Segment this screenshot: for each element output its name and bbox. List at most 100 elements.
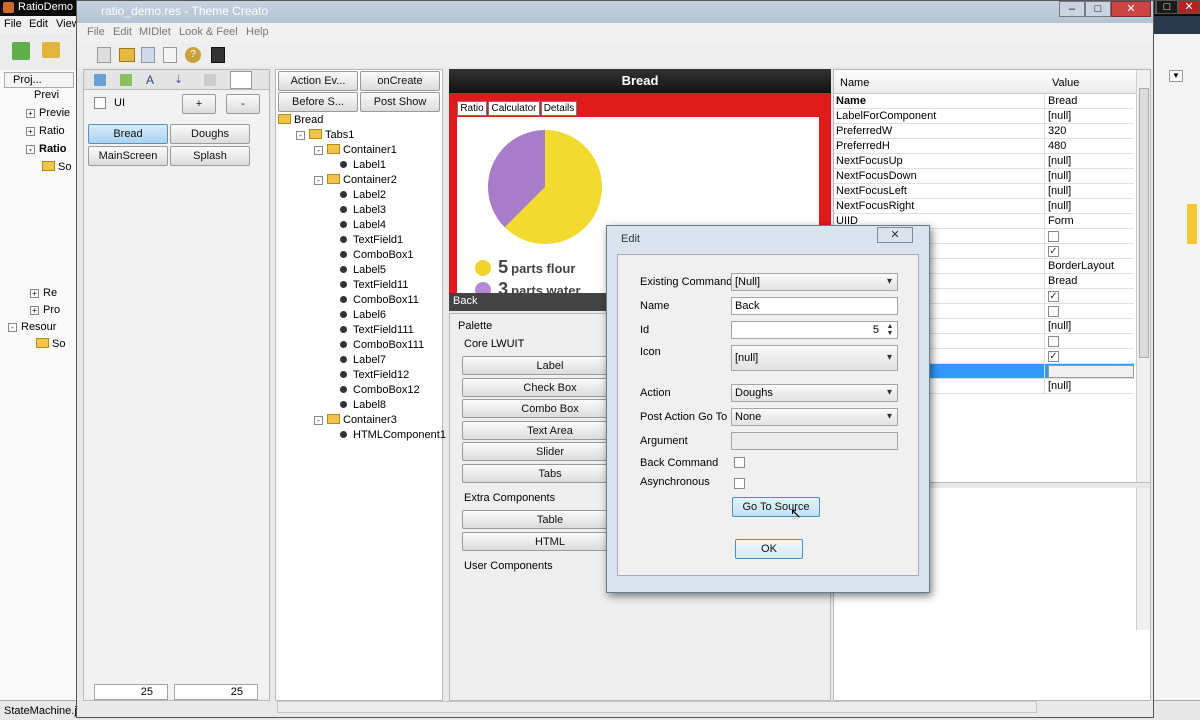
collapse-icon[interactable]: -	[314, 146, 323, 155]
outer-menu-edit[interactable]: Edit	[29, 18, 48, 30]
post-show-button[interactable]: Post Show	[360, 92, 440, 112]
tree-node-leaf[interactable]: Label2	[278, 188, 446, 203]
property-checkbox[interactable]	[1048, 231, 1059, 242]
tree-node-leaf[interactable]: TextField11	[278, 278, 446, 293]
menu-file[interactable]: File	[87, 26, 105, 38]
open-project-icon[interactable]	[42, 42, 60, 58]
outer-menu-file[interactable]: File	[4, 18, 22, 30]
scrollbar-thumb[interactable]	[1139, 88, 1149, 358]
property-checkbox[interactable]: ✓	[1048, 351, 1059, 362]
action-event-button[interactable]: Action Ev...	[278, 71, 358, 91]
properties-col-value[interactable]: Value	[1052, 77, 1079, 89]
tree-node-folder[interactable]: - Tabs1	[278, 128, 446, 143]
tree-node-leaf[interactable]: Label7	[278, 353, 446, 368]
collapse-icon[interactable]: -	[8, 323, 17, 332]
outer-tree-item[interactable]: + Pro	[30, 303, 78, 318]
property-row[interactable]: PreferredH 480	[834, 139, 1134, 154]
property-row[interactable]: PreferredW 320	[834, 124, 1134, 139]
add-form-button[interactable]: +	[182, 94, 216, 114]
menu-edit[interactable]: Edit	[113, 26, 132, 38]
height-spinner[interactable]: 25	[174, 684, 258, 700]
save-icon[interactable]	[141, 47, 155, 63]
back-softkey[interactable]: Back	[453, 295, 477, 307]
tree-node-leaf[interactable]: ComboBox1	[278, 248, 446, 263]
go-to-source-button[interactable]: Go To Source	[732, 497, 820, 517]
property-checkbox[interactable]: ✓	[1048, 246, 1059, 257]
themes-tab-icon[interactable]	[120, 74, 132, 86]
outer-tree-item[interactable]: + Previe	[26, 106, 70, 121]
existing-commands-combo[interactable]: [Null]	[731, 273, 898, 291]
tree-node-leaf[interactable]: Label5	[278, 263, 446, 278]
tree-node-leaf[interactable]: Label4	[278, 218, 446, 233]
tree-node-leaf[interactable]: HTMLComponent1	[278, 428, 446, 443]
argument-field[interactable]	[731, 432, 898, 450]
tree-node-folder[interactable]: - Container1	[278, 143, 446, 158]
edit-icon[interactable]	[163, 47, 177, 63]
fonts-tab-icon[interactable]: A	[146, 73, 154, 87]
expand-icon[interactable]: +	[26, 127, 35, 136]
tree-node-leaf[interactable]: ComboBox111	[278, 338, 446, 353]
outer-tree-item[interactable]: + Re	[30, 286, 78, 301]
property-row[interactable]: LabelForComponent [null]	[834, 109, 1134, 124]
outer-tree-item[interactable]: - Resour	[8, 320, 56, 335]
collapse-icon[interactable]: -	[314, 176, 323, 185]
dialog-close-icon[interactable]: ✕	[877, 227, 913, 243]
properties-scrollbar[interactable]	[1136, 70, 1150, 630]
tree-node-leaf[interactable]: ComboBox12	[278, 383, 446, 398]
expand-icon[interactable]: +	[30, 306, 39, 315]
tree-node-leaf[interactable]: Label6	[278, 308, 446, 323]
outer-tree-item[interactable]: + Ratio	[26, 124, 70, 139]
maximize-button[interactable]: □	[1085, 1, 1111, 17]
projects-tab[interactable]: Proj...	[4, 72, 74, 88]
close-button[interactable]: ✕	[1111, 1, 1151, 17]
oncreate-button[interactable]: onCreate	[360, 71, 440, 91]
preview-tab-details[interactable]: Details	[541, 101, 577, 116]
tree-node-leaf[interactable]: Label1	[278, 158, 446, 173]
open-icon[interactable]	[119, 48, 135, 62]
menu-midlet[interactable]: MIDlet	[139, 26, 171, 38]
menu-help[interactable]: Help	[246, 26, 269, 38]
data-tab-icon[interactable]	[204, 74, 216, 86]
collapse-icon[interactable]: -	[314, 416, 323, 425]
tree-node-leaf[interactable]: TextField1	[278, 233, 446, 248]
property-checkbox[interactable]	[1048, 306, 1059, 317]
bottom-scrollbar[interactable]	[277, 701, 1037, 713]
property-row[interactable]: NextFocusDown [null]	[834, 169, 1134, 184]
form-mainscreen-button[interactable]: MainScreen	[88, 146, 168, 166]
action-combo[interactable]: Doughs	[731, 384, 898, 402]
outer-maximize-button[interactable]: □	[1156, 0, 1178, 14]
icon-combo[interactable]: [null]	[731, 345, 898, 371]
name-field[interactable]: Back	[731, 297, 898, 315]
property-row[interactable]: NextFocusUp [null]	[834, 154, 1134, 169]
property-editor[interactable]	[1048, 365, 1134, 378]
tree-node-leaf[interactable]: Label8	[278, 398, 446, 413]
property-row[interactable]: Name Bread	[834, 94, 1134, 109]
form-doughs-button[interactable]: Doughs	[170, 124, 250, 144]
expand-icon[interactable]: +	[26, 109, 35, 118]
tree-node-leaf[interactable]: TextField111	[278, 323, 446, 338]
back-command-checkbox[interactable]	[734, 457, 745, 468]
remove-form-button[interactable]: -	[226, 94, 260, 114]
outer-tree-item[interactable]: Previ	[34, 88, 78, 103]
before-show-button[interactable]: Before S...	[278, 92, 358, 112]
property-checkbox[interactable]: ✓	[1048, 291, 1059, 302]
preview-tab-ratio[interactable]: Ratio	[457, 101, 487, 116]
ok-button[interactable]: OK	[735, 539, 803, 559]
property-checkbox[interactable]	[1048, 336, 1059, 347]
preview-icon[interactable]	[211, 47, 225, 63]
preview-tab-calculator[interactable]: Calculator	[488, 101, 540, 116]
form-splash-button[interactable]: Splash	[170, 146, 250, 166]
width-spinner[interactable]: 25	[94, 684, 168, 700]
collapse-icon[interactable]: -	[296, 131, 305, 140]
property-row[interactable]: NextFocusRight [null]	[834, 199, 1134, 214]
spinner-arrows-icon[interactable]: ▲ ▼	[884, 323, 896, 337]
tree-node-leaf[interactable]: ComboBox11	[278, 293, 446, 308]
tree-node-folder[interactable]: Bread	[278, 113, 446, 128]
new-project-icon[interactable]	[12, 42, 30, 60]
menu-look-feel[interactable]: Look & Feel	[179, 26, 238, 38]
expand-icon[interactable]: +	[30, 289, 39, 298]
help-icon[interactable]: ?	[185, 47, 201, 63]
l10n-tab-icon[interactable]: ⇣	[174, 73, 183, 86]
form-bread-button[interactable]: Bread	[88, 124, 168, 144]
property-row[interactable]: NextFocusLeft [null]	[834, 184, 1134, 199]
